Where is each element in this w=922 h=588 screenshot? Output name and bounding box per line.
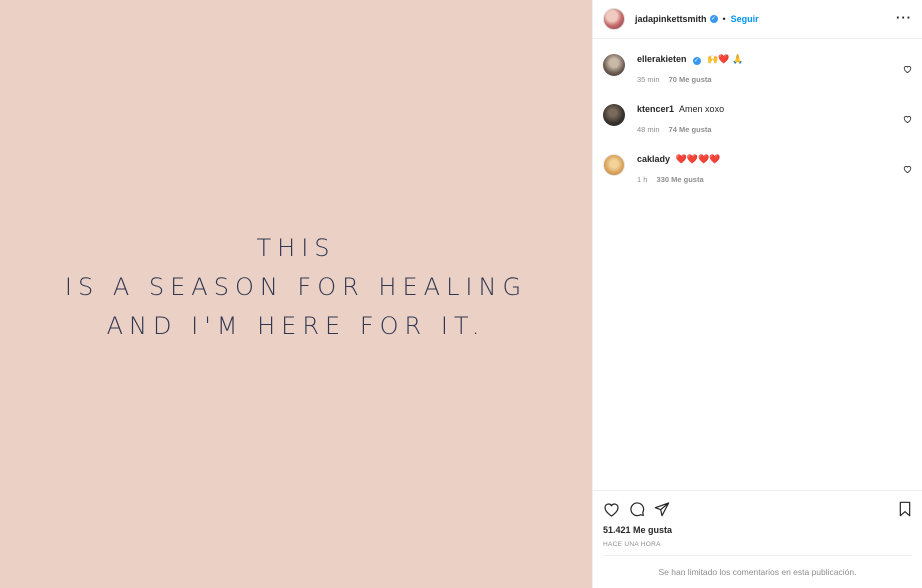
- author-username[interactable]: jadapinkettsmith: [635, 14, 707, 24]
- comment-likes[interactable]: 74 Me gusta: [669, 125, 712, 134]
- verified-badge-icon: ✓: [709, 15, 718, 23]
- comments-limited-notice: Se han limitado los comentarios en esta …: [603, 555, 912, 588]
- comment-like-heart-icon[interactable]: [903, 160, 912, 178]
- comment-like-heart-icon[interactable]: [903, 60, 912, 78]
- verified-badge-icon: ✓: [692, 57, 701, 65]
- comment-text: ❤️❤️❤️❤️: [675, 154, 721, 164]
- post-view: THIS IS A SEASON FOR HEALING AND I'M HER…: [0, 0, 922, 588]
- commenter-avatar[interactable]: [603, 154, 625, 176]
- quote-line-3: AND I'M HERE FOR IT.: [106, 311, 486, 340]
- comment-time[interactable]: 1 h: [637, 175, 647, 184]
- comment-item: caklady ❤️❤️❤️❤️ 1 h 330 Me gusta: [603, 153, 912, 184]
- comment-icon[interactable]: [629, 501, 645, 517]
- separator-dot: •: [722, 14, 726, 24]
- comment-item: ktencer1 Amen xoxo 48 min 74 Me gusta: [603, 103, 912, 134]
- follow-button[interactable]: Seguir: [731, 14, 759, 24]
- post-image[interactable]: THIS IS A SEASON FOR HEALING AND I'M HER…: [0, 0, 592, 588]
- comment-text: 🙌❤️ 🙏: [707, 54, 744, 64]
- comment-list: ellerakieten ✓ 🙌❤️ 🙏 35 min 70 Me gusta: [593, 39, 922, 490]
- comment-item: ellerakieten ✓ 🙌❤️ 🙏 35 min 70 Me gusta: [603, 53, 912, 84]
- post-header: jadapinkettsmith ✓ • Seguir ···: [593, 0, 922, 39]
- quote-line-1: THIS: [256, 233, 336, 262]
- post-timestamp[interactable]: HACE UNA HORA: [603, 541, 912, 548]
- comment-text: Amen xoxo: [679, 104, 725, 114]
- more-options-icon[interactable]: ···: [896, 10, 912, 29]
- comment-like-heart-icon[interactable]: [903, 110, 912, 128]
- comment-time[interactable]: 35 min: [637, 75, 660, 84]
- author-avatar[interactable]: [603, 8, 625, 30]
- heart-icon[interactable]: [603, 502, 620, 517]
- post-sidebar: jadapinkettsmith ✓ • Seguir ··· elleraki…: [592, 0, 922, 588]
- comment-time[interactable]: 48 min: [637, 125, 660, 134]
- commenter-avatar[interactable]: [603, 54, 625, 76]
- bookmark-icon[interactable]: [898, 501, 912, 517]
- post-actions: 51.421 Me gusta HACE UNA HORA Se han lim…: [593, 490, 922, 588]
- comment-likes[interactable]: 330 Me gusta: [657, 175, 704, 184]
- commenter-avatar[interactable]: [603, 104, 625, 126]
- share-icon[interactable]: [654, 501, 670, 517]
- quote-line-2: IS A SEASON FOR HEALING: [64, 272, 528, 301]
- likes-count[interactable]: 51.421 Me gusta: [603, 525, 912, 535]
- comment-username[interactable]: ellerakieten: [637, 54, 687, 64]
- comment-username[interactable]: ktencer1: [637, 104, 674, 114]
- comment-username[interactable]: caklady: [637, 154, 670, 164]
- comment-likes[interactable]: 70 Me gusta: [669, 75, 712, 84]
